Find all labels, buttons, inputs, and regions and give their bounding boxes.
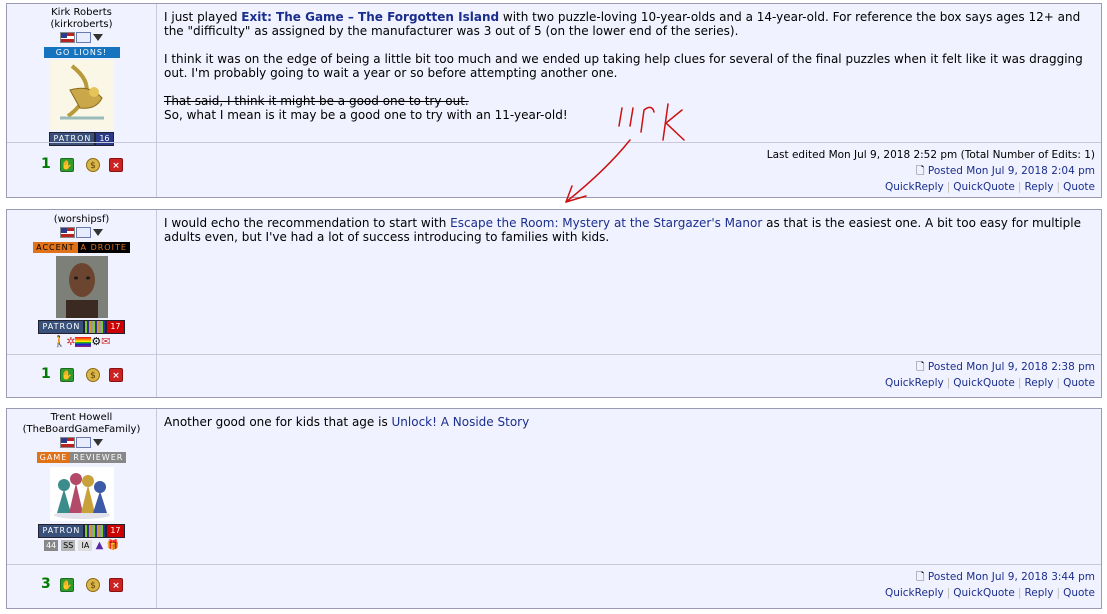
text: Another good one for kids that age is (164, 415, 392, 429)
reply-link[interactable]: Reply (1024, 377, 1053, 389)
username[interactable]: Kirk Roberts (7, 7, 156, 19)
tip-coin-icon[interactable]: $ (86, 368, 100, 382)
struck-text: That said, I think it might be a good on… (164, 94, 469, 108)
document-icon: 🗋 (916, 571, 925, 583)
quote-link[interactable]: Quote (1063, 377, 1095, 389)
report-icon[interactable]: × (109, 158, 123, 172)
document-icon: 🗋 (916, 165, 925, 177)
person-icon: 🚶 (52, 334, 67, 348)
envelope-icon: ✉ (101, 334, 111, 348)
microbadge-left: GAME (36, 451, 71, 463)
post: (worshipsf) ACCENT A DROITE PATRON 17 🚶✲ ⚙✉… (6, 209, 1102, 398)
badge-icon: IA (78, 539, 93, 551)
text: So, what I mean is it may be a good one … (164, 108, 568, 122)
thumbs-up-icon[interactable]: ✋ (60, 578, 74, 592)
edit-info: Last edited Mon Jul 9, 2018 2:52 pm (Tot… (766, 149, 1095, 161)
microbadge: GO LIONS! (43, 46, 120, 58)
tip-coin-icon[interactable]: $ (86, 158, 100, 172)
quickreply-link[interactable]: QuickReply (885, 181, 944, 193)
film-reel-icon: ⚙ (91, 334, 102, 348)
thumbs-count[interactable]: 1 (41, 366, 51, 382)
reply-link[interactable]: Reply (1024, 587, 1053, 599)
user-info: Kirk Roberts (kirkroberts) GO LIONS! PAT… (7, 4, 157, 146)
avatar[interactable] (55, 255, 108, 318)
quote-link[interactable]: Quote (1063, 587, 1095, 599)
patron-badge: PATRON (38, 319, 85, 334)
patron-years: 17 (106, 523, 125, 538)
post-body: Another good one for kids that age is Un… (164, 409, 1095, 429)
rainbow-flag-icon (75, 336, 92, 347)
text: I would echo the recommendation to start… (164, 216, 451, 230)
post-footer: 1 ✋ $ × 🗋 Posted Mon Jul 9, 2018 2:38 pm… (7, 354, 1101, 397)
game-link[interactable]: Unlock! A Noside Story (392, 415, 530, 429)
patron-years: 17 (106, 319, 125, 334)
quickreply-link[interactable]: QuickReply (885, 377, 944, 389)
post-date[interactable]: Posted Mon Jul 9, 2018 3:44 pm (928, 571, 1095, 583)
game-link[interactable]: Exit: The Game – The Forgotten Island (241, 10, 499, 24)
post-date[interactable]: Posted Mon Jul 9, 2018 2:04 pm (928, 165, 1095, 177)
user-handle[interactable]: (worshipsf) (7, 214, 156, 226)
post-footer: 1 ✋ $ × Last edited Mon Jul 9, 2018 2:52… (7, 142, 1101, 197)
avatar[interactable] (49, 59, 114, 130)
thumbs-up-icon[interactable]: ✋ (60, 158, 74, 172)
post: Kirk Roberts (kirkroberts) GO LIONS! PAT… (6, 3, 1102, 198)
thumbs-count[interactable]: 3 (41, 576, 51, 592)
user-info: (worshipsf) ACCENT A DROITE PATRON 17 🚶✲ ⚙✉ (7, 210, 157, 354)
thumbs-count[interactable]: 1 (41, 156, 51, 172)
dropdown-icon[interactable] (93, 229, 103, 236)
quote-link[interactable]: Quote (1063, 181, 1095, 193)
thumbs-up-icon[interactable]: ✋ (60, 368, 74, 382)
reply-link[interactable]: Reply (1024, 181, 1053, 193)
post: Trent Howell (TheBoardGameFamily) GAME RE… (6, 408, 1102, 609)
mail-icon[interactable] (76, 437, 91, 448)
quickquote-link[interactable]: QuickQuote (953, 587, 1015, 599)
microbadge-right: REVIEWER (70, 451, 127, 463)
post-footer: 3 ✋ $ × 🗋 Posted Mon Jul 9, 2018 3:44 pm… (7, 564, 1101, 608)
mail-icon[interactable] (76, 32, 91, 43)
dropdown-icon[interactable] (93, 439, 103, 446)
quickreply-link[interactable]: QuickReply (885, 587, 944, 599)
paragraph: I think it was on the edge of being a li… (164, 52, 1083, 80)
text: I just played (164, 10, 242, 24)
report-icon[interactable]: × (109, 578, 123, 592)
dropdown-icon[interactable] (93, 34, 103, 41)
us-flag-icon (60, 227, 75, 238)
quickquote-link[interactable]: QuickQuote (953, 377, 1015, 389)
game-link[interactable]: Escape the Room: Mystery at the Stargaze… (450, 216, 762, 230)
badge-icon: 44 (44, 539, 59, 551)
user-info: Trent Howell (TheBoardGameFamily) GAME RE… (7, 409, 157, 566)
tip-coin-icon[interactable]: $ (86, 578, 100, 592)
mail-icon[interactable] (76, 227, 91, 238)
quickquote-link[interactable]: QuickQuote (953, 181, 1015, 193)
patron-badge: PATRON (38, 523, 85, 538)
user-handle[interactable]: (TheBoardGameFamily) (7, 424, 156, 436)
post-date[interactable]: Posted Mon Jul 9, 2018 2:38 pm (928, 361, 1095, 373)
document-icon: 🗋 (916, 361, 925, 373)
patron-stripes (84, 523, 107, 538)
pinwheel-icon: ✲ (66, 334, 76, 348)
us-flag-icon (60, 437, 75, 448)
avatar[interactable] (49, 466, 114, 521)
username[interactable]: Trent Howell (7, 412, 156, 424)
gift-icon: 🎁 (106, 539, 119, 551)
post-body: I just played Exit: The Game – The Forgo… (164, 4, 1095, 122)
us-flag-icon (60, 32, 75, 43)
user-handle[interactable]: (kirkroberts) (7, 19, 156, 31)
patron-stripes (84, 319, 107, 334)
wizard-hat-icon: ▲ (95, 539, 104, 551)
report-icon[interactable]: × (109, 368, 123, 382)
post-body: I would echo the recommendation to start… (164, 210, 1095, 244)
badge-icon: SS (61, 539, 76, 551)
microbadge-right: A DROITE (77, 241, 130, 253)
microbadge-left: ACCENT (33, 241, 78, 253)
